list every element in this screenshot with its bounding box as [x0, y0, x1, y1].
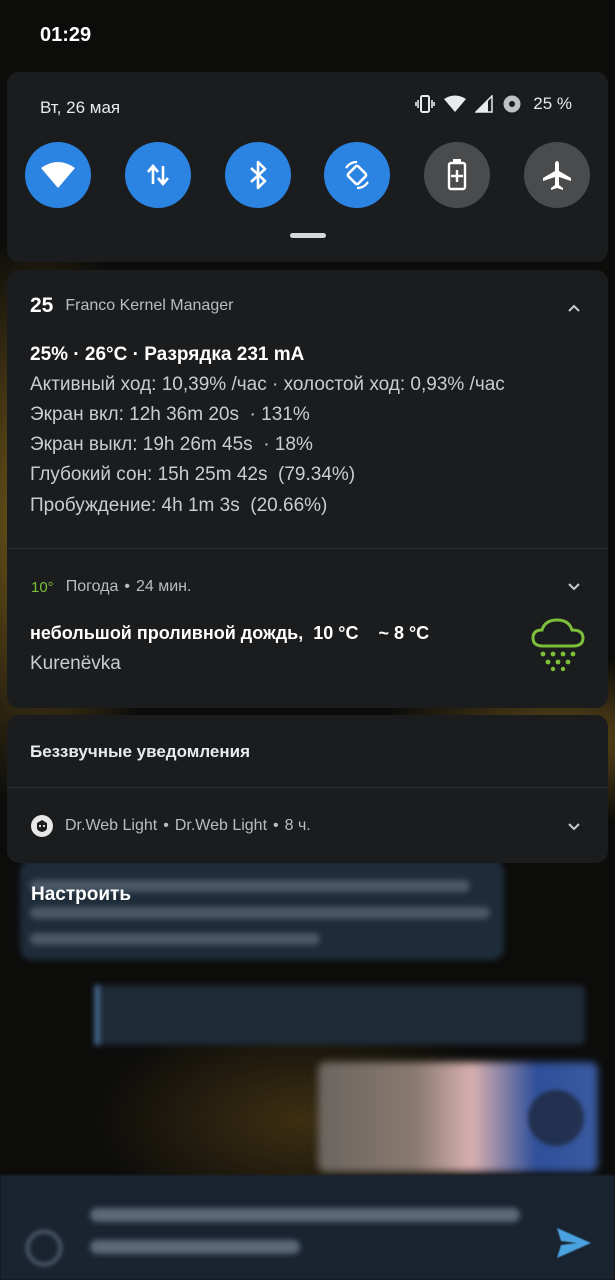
send-icon [557, 1228, 591, 1258]
franco-battery-badge: 25 [30, 294, 54, 317]
chevron-down-icon[interactable] [567, 820, 581, 834]
cell-signal-icon [475, 95, 493, 113]
data-saver-icon [503, 95, 521, 113]
tile-airplane-mode[interactable] [523, 142, 590, 208]
separator-dot: • [273, 817, 279, 834]
franco-header: 25 Franco Kernel Manager [30, 294, 233, 318]
weather-location: Kurenёvka [30, 653, 121, 674]
airplane-mode-icon [542, 161, 571, 190]
background-reply-quote [95, 985, 585, 1045]
vibrate-icon [415, 95, 436, 113]
background-text-blur [90, 1240, 300, 1254]
auto-rotate-icon [345, 160, 370, 190]
franco-app-name: Franco Kernel Manager [65, 297, 234, 314]
franco-line: Глубокий сон: 15h 25m 42s (79.34%) [30, 464, 356, 485]
tile-battery-saver[interactable] [424, 142, 491, 208]
qs-drag-handle[interactable] [290, 233, 326, 238]
franco-title: 25% · 26°C · Разрядка 231 mA [30, 344, 305, 365]
chevron-up-icon[interactable] [567, 301, 581, 315]
drweb-app-name: Dr.Web Light [65, 817, 158, 834]
franco-line: Активный ход: 10,39% /час · холостой ход… [30, 374, 505, 395]
franco-line: Пробуждение: 4h 1m 3s (20.66%) [30, 495, 328, 516]
franco-line: Экран выкл: 19h 26m 45s · 18% [30, 434, 313, 455]
weather-title: небольшой проливной дождь, 10 °C ~ 8 °C [30, 623, 430, 643]
divider [7, 787, 608, 788]
background-message-input [0, 1175, 615, 1280]
battery-saver-icon [447, 159, 467, 191]
mobile-data-icon [146, 163, 169, 187]
background-download-button [528, 1090, 584, 1146]
weather-header: 10° Погода • 24 мин. [31, 578, 191, 596]
tile-wifi[interactable] [25, 142, 91, 208]
separator-dot: • [124, 578, 130, 595]
quick-settings-tiles [25, 142, 590, 208]
separator-dot: • [163, 817, 169, 834]
notification-card-group: 25 Franco Kernel Manager 25% · 26°C · Ра… [7, 270, 608, 708]
qs-status-icons: 25 % [415, 94, 572, 114]
tile-bluetooth[interactable] [224, 142, 291, 208]
weather-temp-badge: 10° [31, 578, 54, 596]
background-text-blur [30, 907, 490, 919]
bluetooth-icon [249, 160, 266, 190]
divider [7, 548, 608, 549]
configure-button[interactable]: Настроить [31, 884, 131, 906]
rain-cloud-icon [531, 618, 585, 672]
battery-percent: 25 % [533, 94, 572, 113]
tile-mobile-data[interactable] [124, 142, 191, 208]
silent-notifications-card: Беззвучные уведомления Dr.Web Light • Dr… [7, 715, 608, 863]
qs-date[interactable]: Вт, 26 мая [40, 98, 120, 118]
drweb-title: Dr.Web Light [174, 817, 268, 834]
quick-settings-panel: Вт, 26 мая 25 % [7, 72, 608, 262]
status-bar-clock: 01:29 [40, 24, 92, 46]
chevron-down-icon[interactable] [567, 580, 581, 594]
weather-time: 24 мин. [135, 578, 192, 595]
franco-line: Экран вкл: 12h 36m 20s · 131% [30, 404, 310, 425]
drweb-time: 8 ч. [284, 817, 311, 834]
tile-auto-rotate[interactable] [324, 142, 391, 208]
wifi-signal-icon [444, 95, 467, 112]
background-text-blur [90, 1208, 520, 1222]
silent-section-title: Беззвучные уведомления [30, 742, 250, 761]
background-text-blur [30, 933, 320, 945]
drweb-app-icon [31, 815, 53, 837]
weather-app-name: Погода [65, 578, 119, 595]
wifi-icon [41, 162, 75, 188]
drweb-header: Dr.Web Light • Dr.Web Light • 8 ч. [31, 815, 311, 837]
emoji-icon [26, 1230, 62, 1266]
